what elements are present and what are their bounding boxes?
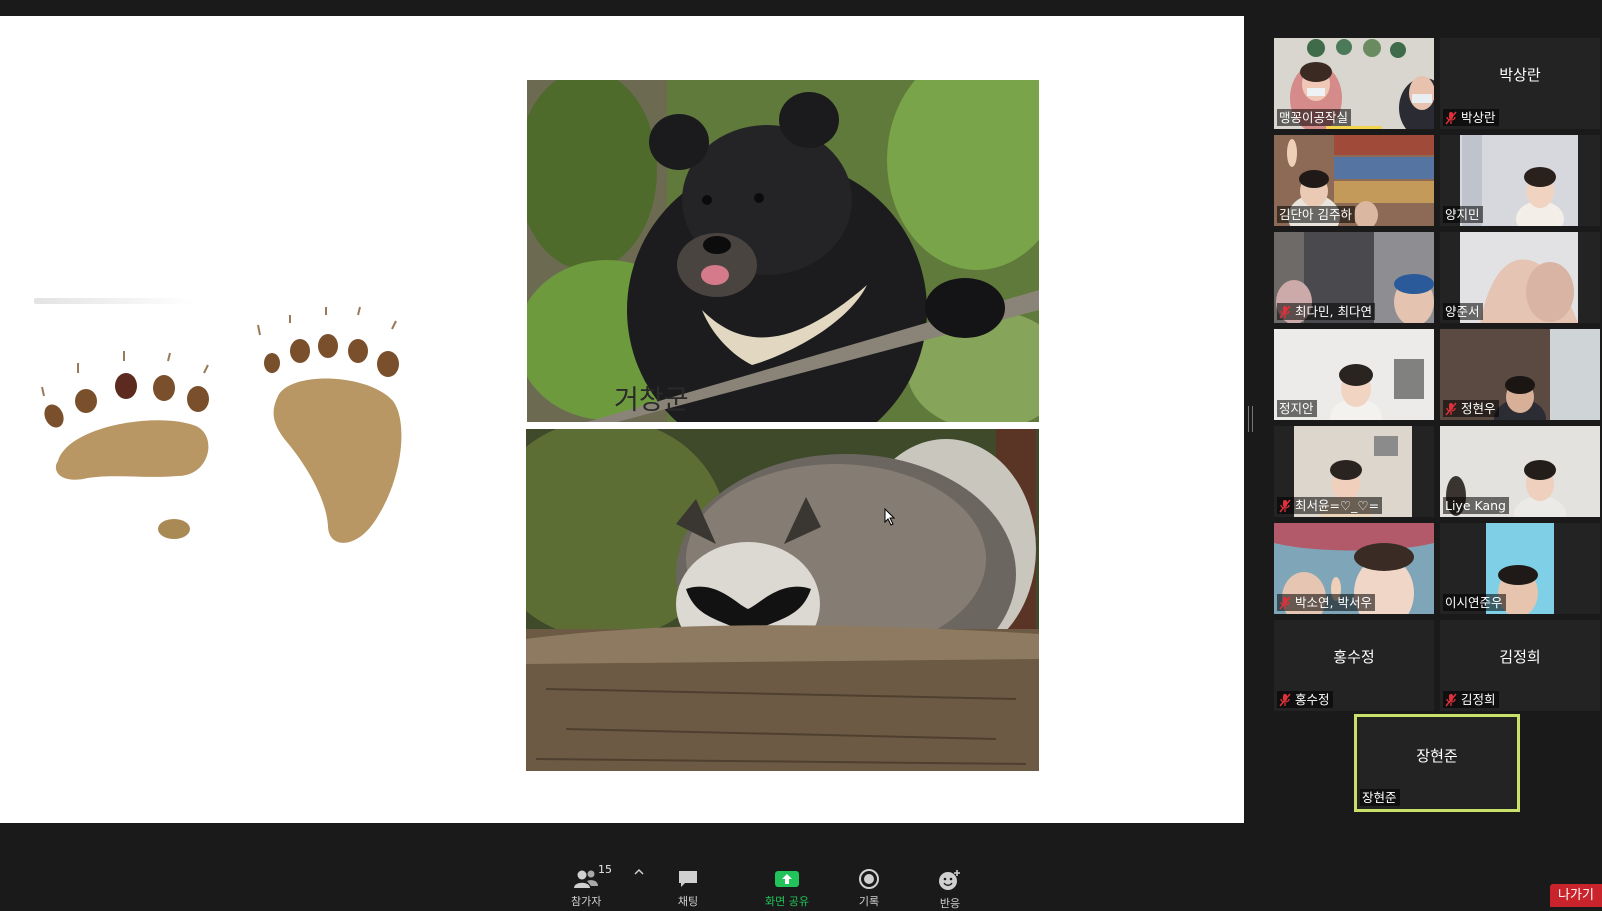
participant-tile[interactable]: 홍수정 홍수정 [1274,620,1434,711]
participant-name-label: 박소연, 박서우 [1277,594,1375,611]
participant-name-label: 장현준 [1360,789,1400,806]
participant-display-name: 박상란 [1499,66,1541,84]
participants-icon [574,870,599,888]
participant-display-name: 홍수정 [1333,648,1375,666]
meeting-toolbar: 15 참가자 채팅 화면 공유 기록 반응 [0,823,1602,910]
chat-icon [679,871,697,887]
participant-name-label: 양준서 [1443,303,1483,320]
participant-tile[interactable]: 맹꽁이공작실 [1274,38,1434,129]
mic-muted-icon [1445,111,1457,124]
participant-name-label: 정현우 [1443,400,1499,417]
participant-name-label: 이시연준우 [1443,594,1506,611]
bear-photo [527,80,1039,422]
participant-tile-active[interactable]: 장현준 장현준 [1354,714,1520,812]
participant-name-label: 김정희 [1443,691,1499,708]
participant-name-label: 최다민, 최다연 [1277,303,1375,320]
mic-muted-icon [1445,402,1457,415]
participant-name-label: Liye Kang [1443,497,1509,514]
speaking-indicator [1326,126,1382,129]
mic-muted-icon [1445,693,1457,706]
participant-display-name: 김정희 [1499,648,1541,666]
record-icon [859,869,879,889]
participant-name-label: 김단아 김주하 [1277,206,1355,223]
bear-paw-prints-image [41,306,402,543]
reactions-label: 반응 [939,897,961,910]
participant-gallery: 맹꽁이공작실 박상란 박상란 김단아 김주하 양지민 최다민, 최다연 양준서 … [1274,38,1602,818]
participant-tile[interactable]: 김단아 김주하 [1274,135,1434,226]
reactions-icon [939,870,960,890]
mic-muted-icon [1279,693,1291,706]
participants-button[interactable]: 15 참가자 [571,863,612,909]
shared-screen: 거창군 [0,16,1244,823]
record-button[interactable]: 기록 [858,869,880,909]
participant-name-label: 맹꽁이공작실 [1277,109,1352,126]
participant-tile[interactable]: 정지안 [1274,329,1434,420]
participant-name-label: 박상란 [1443,109,1499,126]
participant-tile[interactable]: 김정희 김정희 [1440,620,1600,711]
participant-tile[interactable]: 양지민 [1440,135,1600,226]
share-screen-button[interactable]: 화면 공유 [765,869,809,909]
top-bar [0,0,1602,16]
participant-tile[interactable]: 이시연준우 [1440,523,1600,614]
participant-name-label: 홍수정 [1277,691,1333,708]
participant-tile[interactable]: 양준서 [1440,232,1600,323]
mouse-cursor-icon [884,508,896,526]
participant-tile[interactable]: 최서윤=♡_♡= [1274,426,1434,517]
mic-muted-icon [1279,596,1291,609]
mic-muted-icon [1279,499,1291,512]
participant-name-label: 정지안 [1277,400,1317,417]
participants-count: 15 [598,863,612,876]
reactions-button[interactable]: 반응 [938,869,962,911]
mic-muted-icon [1279,305,1291,318]
annotation-text: 거창군 [614,385,689,416]
chat-button[interactable]: 채팅 [677,869,699,909]
participant-tile[interactable]: 최다민, 최다연 [1274,232,1434,323]
participant-name-label: 최서윤=♡_♡= [1277,497,1383,514]
split-view-handle[interactable] [1248,406,1253,432]
participant-tile[interactable]: 박상란 박상란 [1440,38,1600,129]
participant-tile[interactable]: Liye Kang [1440,426,1600,517]
participant-display-name: 장현준 [1416,746,1458,765]
share-screen-icon [774,871,799,887]
participant-name-label: 양지민 [1443,206,1483,223]
participant-tile[interactable]: 정현우 [1440,329,1600,420]
leave-button[interactable]: 나가기 [1550,884,1602,907]
participant-tile[interactable]: 박소연, 박서우 [1274,523,1434,614]
chevron-up-icon[interactable] [634,868,644,876]
raccoon-photo [526,429,1039,771]
